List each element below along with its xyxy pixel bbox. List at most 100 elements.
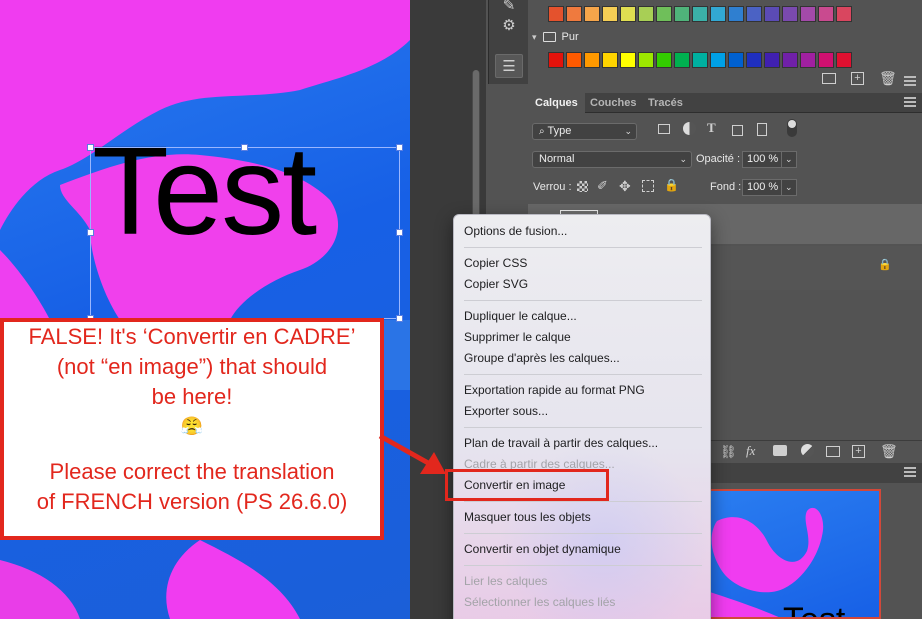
chevron-down-icon: ⌄ <box>679 154 687 164</box>
transform-handle[interactable] <box>241 144 248 151</box>
menu-item-supprimer-calque[interactable]: Supprimer le calque <box>464 330 571 344</box>
transform-handle[interactable] <box>87 144 94 151</box>
color-swatch[interactable] <box>548 6 564 22</box>
menu-item-copier-svg[interactable]: Copier SVG <box>464 277 528 291</box>
menu-separator <box>464 247 702 248</box>
blend-mode-dropdown[interactable]: Normal ⌄ <box>532 151 692 168</box>
chevron-down-icon: ⌄ <box>624 126 632 136</box>
fx-icon[interactable]: fx <box>746 443 755 459</box>
lock-pixels-brush-icon[interactable]: ✐ <box>597 178 608 194</box>
color-swatch[interactable] <box>800 52 816 68</box>
new-swatch-icon[interactable]: + <box>851 72 864 85</box>
menu-item-exporter-sous[interactable]: Exporter sous... <box>464 404 548 418</box>
lock-artboard-icon[interactable] <box>642 180 654 192</box>
color-swatch[interactable] <box>728 6 744 22</box>
menu-item-dupliquer-calque[interactable]: Dupliquer le calque... <box>464 309 577 323</box>
color-swatch[interactable] <box>638 52 654 68</box>
color-swatch[interactable] <box>728 52 744 68</box>
color-swatch[interactable] <box>656 52 672 68</box>
color-swatch[interactable] <box>674 6 690 22</box>
trash-icon[interactable]: 🗑 <box>880 443 898 460</box>
annotation-arrow-icon <box>378 433 446 474</box>
color-swatch[interactable] <box>764 6 780 22</box>
new-layer-icon[interactable]: + <box>852 445 865 458</box>
new-group-folder-icon[interactable] <box>822 73 836 84</box>
transform-bounding-box[interactable] <box>90 147 400 319</box>
layer-filter-value: Type <box>547 125 572 137</box>
lock-position-move-icon[interactable]: ✥ <box>619 178 631 195</box>
menu-item-groupe-calques[interactable]: Groupe d'après les calques... <box>464 351 620 365</box>
menu-item-lier-calques: Lier les calques <box>464 574 548 588</box>
menu-separator <box>464 374 702 375</box>
color-swatch[interactable] <box>782 52 798 68</box>
fill-input[interactable]: 100 % <box>742 179 782 196</box>
adjustment-layer-filter-icon[interactable] <box>683 122 696 135</box>
adjustment-layer-icon[interactable] <box>801 444 814 457</box>
transform-handle[interactable] <box>396 229 403 236</box>
menu-item-plan-de-travail[interactable]: Plan de travail à partir des calques... <box>464 436 658 450</box>
color-swatch[interactable] <box>602 52 618 68</box>
color-swatch[interactable] <box>710 52 726 68</box>
properties-icon[interactable]: ⚙ <box>495 14 523 38</box>
color-swatch[interactable] <box>548 52 564 68</box>
lock-all-icon[interactable]: 🔒 <box>664 178 679 192</box>
transform-handle[interactable] <box>396 144 403 151</box>
trash-icon[interactable]: 🗑 <box>879 70 897 87</box>
layer-mask-icon[interactable] <box>773 445 787 456</box>
pixel-layer-filter-icon[interactable] <box>658 124 670 134</box>
adjustments-icon[interactable]: ☰ <box>495 54 523 78</box>
tab-couches[interactable]: Couches <box>583 93 643 113</box>
color-swatch[interactable] <box>566 6 582 22</box>
transform-handle[interactable] <box>396 315 403 322</box>
menu-item-options-fusion[interactable]: Options de fusion... <box>464 224 567 238</box>
annotation-highlight-box <box>445 469 609 501</box>
fill-stepper[interactable]: ⌄ <box>781 179 797 196</box>
annotation-line: Please correct the translation <box>49 459 335 484</box>
opacity-stepper[interactable]: ⌄ <box>781 151 797 168</box>
menu-item-export-png[interactable]: Exportation rapide au format PNG <box>464 383 645 397</box>
color-swatch[interactable] <box>674 52 690 68</box>
filter-toggle-switch[interactable] <box>787 119 797 137</box>
color-swatch[interactable] <box>746 6 762 22</box>
color-swatch[interactable] <box>656 6 672 22</box>
color-swatch[interactable] <box>566 52 582 68</box>
color-swatch[interactable] <box>782 6 798 22</box>
opacity-input[interactable]: 100 % <box>742 151 782 168</box>
annotation-line: (not “en image”) that should <box>56 354 328 379</box>
color-swatch[interactable] <box>692 52 708 68</box>
color-swatch[interactable] <box>818 6 834 22</box>
layer-filter-dropdown[interactable]: ⌕ Type ⌄ <box>532 123 637 140</box>
color-swatch[interactable] <box>710 6 726 22</box>
tab-traces[interactable]: Tracés <box>641 93 690 113</box>
chevron-down-icon[interactable]: ▾ <box>532 32 537 43</box>
color-swatch[interactable] <box>836 6 852 22</box>
color-swatch[interactable] <box>746 52 762 68</box>
color-swatch[interactable] <box>836 52 852 68</box>
color-swatch[interactable] <box>818 52 834 68</box>
menu-item-copier-css[interactable]: Copier CSS <box>464 256 527 270</box>
color-swatch[interactable] <box>692 6 708 22</box>
lock-transparency-icon[interactable] <box>577 181 588 192</box>
color-swatch[interactable] <box>620 52 636 68</box>
menu-item-masquer-objets[interactable]: Masquer tous les objets <box>464 510 591 524</box>
tab-calques[interactable]: Calques <box>528 93 585 113</box>
color-swatch[interactable] <box>584 52 600 68</box>
color-swatch[interactable] <box>800 6 816 22</box>
transform-handle[interactable] <box>87 229 94 236</box>
new-group-icon[interactable] <box>826 446 840 457</box>
panel-menu-icon[interactable] <box>904 76 916 86</box>
smart-object-filter-icon[interactable] <box>757 123 767 136</box>
color-swatch[interactable] <box>584 6 600 22</box>
color-swatch[interactable] <box>638 6 654 22</box>
color-swatch[interactable] <box>602 6 618 22</box>
link-layers-icon[interactable]: ⛓ <box>720 444 737 460</box>
navigator-preview[interactable]: Test <box>705 489 881 619</box>
panel-menu-icon[interactable] <box>904 97 916 107</box>
color-swatch[interactable] <box>620 6 636 22</box>
shape-layer-filter-icon[interactable] <box>732 125 743 136</box>
panel-menu-icon[interactable] <box>904 467 916 477</box>
swatch-group-pur[interactable]: ▾ Pur <box>532 28 579 46</box>
color-swatch[interactable] <box>764 52 780 68</box>
type-layer-filter-icon[interactable]: T <box>707 120 716 136</box>
menu-item-objet-dynamique[interactable]: Convertir en objet dynamique <box>464 542 621 556</box>
